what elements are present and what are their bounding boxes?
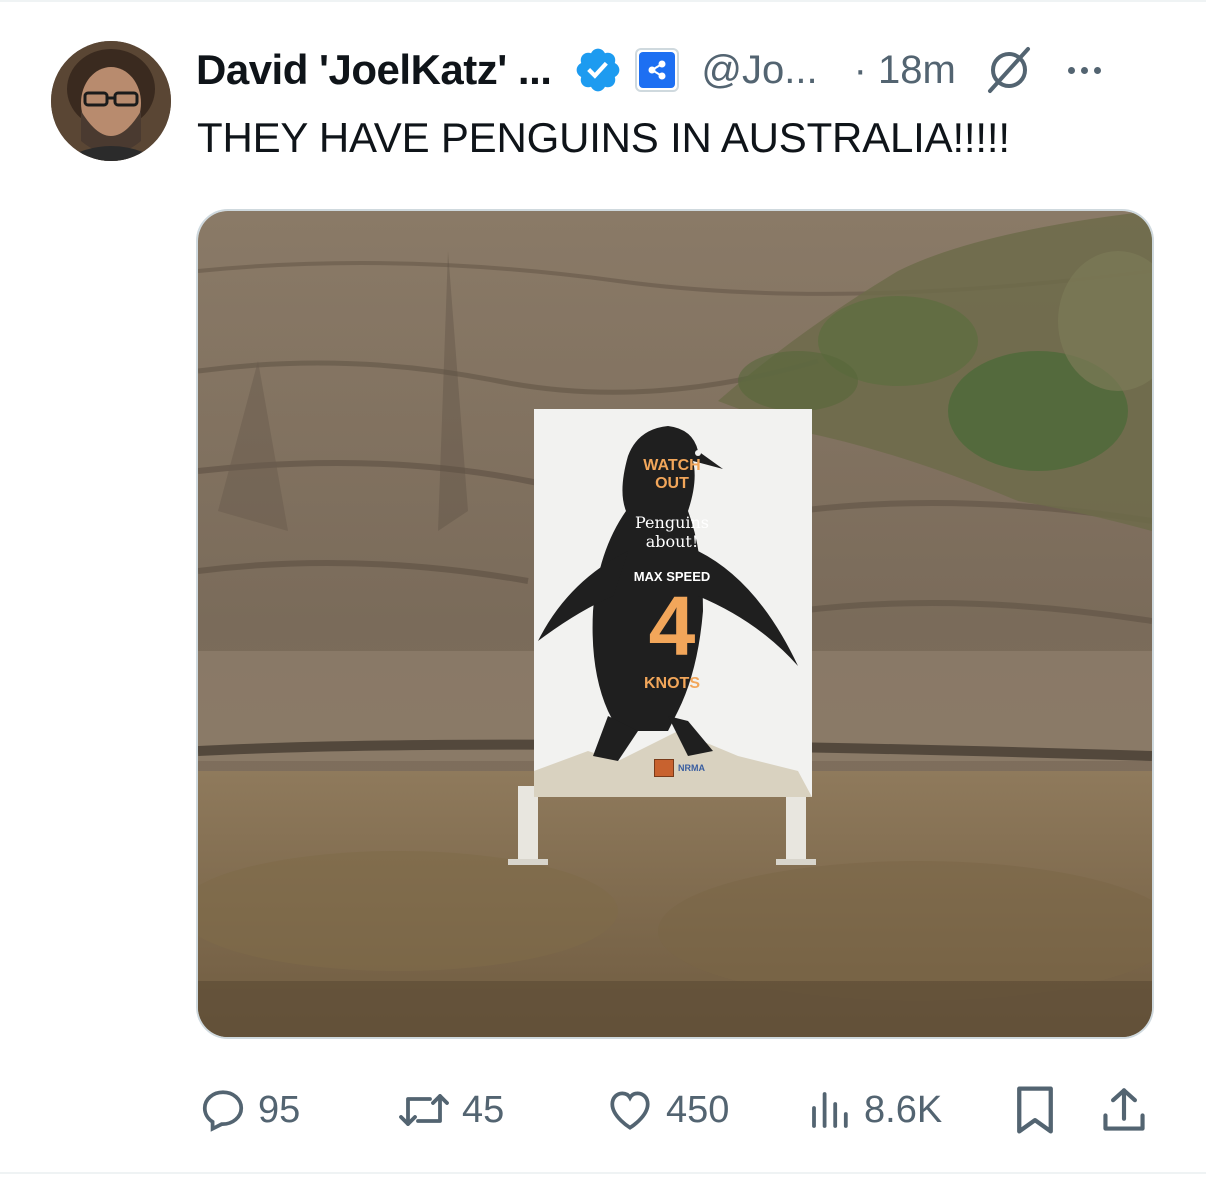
sign-about: about! — [645, 532, 699, 551]
sign-penguins-text: Penguins about! — [603, 513, 741, 551]
share-icon — [1103, 1088, 1145, 1131]
like-count: 450 — [666, 1088, 730, 1131]
bottom-divider — [0, 1172, 1206, 1174]
user-handle[interactable]: @Jo... — [701, 48, 817, 93]
timestamp[interactable]: · 18m — [854, 48, 956, 93]
tweet-text: THEY HAVE PENGUINS IN AUSTRALIA!!!!! — [197, 114, 1010, 161]
sign-logo: NRMA — [654, 759, 705, 777]
sign-watch: WATCH — [643, 457, 701, 474]
views-button[interactable]: 8.6K — [806, 1080, 942, 1140]
tweet-image[interactable]: WATCH OUT Penguins about! MAX SPEED 4 KN… — [196, 209, 1154, 1039]
heart-icon — [610, 1091, 650, 1130]
reply-icon — [202, 1090, 244, 1132]
repost-button[interactable]: 45 — [396, 1080, 504, 1140]
views-icon — [812, 1092, 848, 1128]
repost-icon — [399, 1094, 449, 1126]
avatar-photo — [51, 41, 171, 161]
repost-count: 45 — [462, 1088, 505, 1131]
view-count: 8.6K — [864, 1088, 943, 1131]
grok-icon[interactable] — [980, 41, 1038, 99]
share-button[interactable] — [1100, 1080, 1148, 1140]
tweet-header: David 'JoelKatz' ... @Jo... · 18m — [196, 40, 1156, 100]
reply-button[interactable]: 95 — [198, 1080, 300, 1140]
bookmark-button[interactable] — [1012, 1080, 1058, 1140]
sign-speed-number: 4 — [648, 579, 696, 673]
verified-badge-icon[interactable] — [573, 45, 623, 95]
like-button[interactable]: 450 — [604, 1080, 729, 1140]
more-icon[interactable] — [1067, 66, 1101, 74]
reply-count: 95 — [258, 1088, 301, 1131]
display-name[interactable]: David 'JoelKatz' ... — [196, 46, 552, 94]
sign-out: OUT — [655, 475, 689, 492]
top-divider — [0, 0, 1206, 2]
sign-logo-text: NRMA — [678, 763, 705, 773]
sign-emblem-icon — [654, 759, 674, 777]
bookmark-icon — [1017, 1086, 1053, 1134]
affiliate-badge-icon[interactable] — [635, 48, 680, 92]
sign-knots: KNOTS — [644, 675, 700, 692]
avatar[interactable] — [51, 41, 171, 161]
sign-penguins: Penguins — [635, 513, 709, 532]
action-bar: 95 45 450 8.6K — [196, 1080, 1156, 1140]
sign-text: WATCH OUT — [608, 457, 736, 493]
